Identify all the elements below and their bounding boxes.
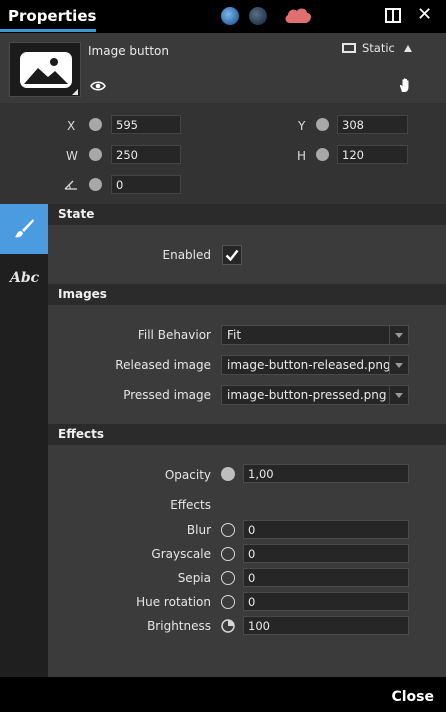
chevron-down-icon [389, 356, 408, 374]
y-label: Y [298, 119, 306, 133]
sepia-label: Sepia [177, 571, 211, 585]
section-effects-header[interactable]: Effects [48, 424, 446, 445]
widget-thumbnail[interactable] [9, 42, 81, 97]
brightness-field[interactable]: 100 [243, 616, 409, 635]
grayscale-field[interactable]: 0 [243, 544, 409, 563]
h-label: H [297, 149, 307, 163]
title-bar: Properties ✕ [0, 0, 446, 33]
released-image-value: image-button-released.png [227, 358, 391, 372]
fill-behavior-select[interactable]: Fit [221, 325, 409, 345]
hue-rotation-binding-ring[interactable] [221, 595, 235, 609]
h-field[interactable]: 120 [337, 145, 408, 164]
eye-icon[interactable] [90, 80, 106, 92]
brush-icon [15, 219, 34, 238]
brightness-label: Brightness [147, 619, 211, 633]
chevron-down-icon [389, 386, 408, 404]
section-state-header[interactable]: State [48, 204, 446, 225]
opacity-binding-dot[interactable] [221, 467, 235, 481]
close-button[interactable]: Close [391, 689, 434, 705]
released-image-select[interactable]: image-button-released.png [221, 355, 409, 375]
globe-app-icon[interactable] [221, 7, 239, 25]
x-field[interactable]: 595 [111, 115, 181, 134]
category-sidebar: Abc [0, 204, 48, 677]
blur-field[interactable]: 0 [243, 520, 409, 539]
angle-field[interactable]: 0 [111, 175, 181, 194]
pressed-image-value: image-button-pressed.png [227, 388, 387, 402]
hue-rotation-label: Hue rotation [136, 595, 211, 609]
grayscale-label: Grayscale [151, 547, 211, 561]
text-tab-label: Abc [10, 270, 40, 286]
opacity-label: Opacity [164, 468, 211, 482]
panel-title: Properties [8, 7, 97, 25]
mode-dropdown[interactable]: Static [342, 41, 412, 55]
y-binding-dot[interactable] [316, 118, 329, 131]
footer-bar: Close [0, 677, 446, 712]
dropdown-arrow-icon [403, 44, 412, 52]
hue-rotation-field[interactable]: 0 [243, 592, 409, 611]
w-field[interactable]: 250 [111, 145, 181, 164]
opacity-field[interactable]: 1,00 [243, 464, 409, 483]
mode-label: Static [362, 41, 395, 55]
enabled-label: Enabled [162, 248, 212, 262]
properties-content: State Enabled Images Fill Behavior Fit R… [48, 204, 446, 677]
checkmark-icon [225, 249, 239, 262]
h-binding-dot[interactable] [316, 148, 329, 161]
released-image-label: Released image [115, 358, 211, 372]
fill-behavior-label: Fill Behavior [137, 328, 211, 342]
w-label: W [66, 149, 78, 163]
effects-label: Effects [170, 498, 211, 512]
tab-state[interactable] [0, 204, 48, 254]
screen-icon [342, 43, 356, 53]
x-label: X [67, 119, 76, 133]
title-underline [0, 29, 96, 32]
close-icon[interactable]: ✕ [417, 4, 432, 25]
grayscale-binding-ring[interactable] [221, 547, 235, 561]
w-binding-dot[interactable] [89, 148, 102, 161]
sepia-binding-ring[interactable] [221, 571, 235, 585]
widget-header: Image button Static [0, 33, 446, 103]
x-binding-dot[interactable] [89, 118, 102, 131]
tab-text[interactable]: Abc [10, 270, 39, 286]
geometry-panel: X 595 Y 308 W 250 H 120 0 [0, 103, 446, 204]
brightness-icon[interactable] [221, 619, 235, 633]
layout-icon[interactable] [385, 8, 401, 23]
widget-name: Image button [88, 44, 169, 58]
hand-icon[interactable] [397, 77, 413, 93]
angle-icon [64, 180, 77, 190]
cloud-icon[interactable] [284, 7, 312, 24]
blur-binding-ring[interactable] [221, 523, 235, 537]
angle-binding-dot[interactable] [89, 178, 102, 191]
section-images-header[interactable]: Images [48, 284, 446, 305]
fill-behavior-value: Fit [227, 328, 242, 342]
globe-icon[interactable] [249, 7, 267, 25]
chevron-down-icon [389, 326, 408, 344]
enabled-checkbox[interactable] [222, 245, 242, 265]
y-field[interactable]: 308 [337, 115, 408, 134]
sepia-field[interactable]: 0 [243, 568, 409, 587]
pressed-image-select[interactable]: image-button-pressed.png [221, 385, 409, 405]
thumbnail-expand-icon [72, 89, 78, 95]
blur-label: Blur [186, 523, 211, 537]
pressed-image-label: Pressed image [123, 388, 211, 402]
